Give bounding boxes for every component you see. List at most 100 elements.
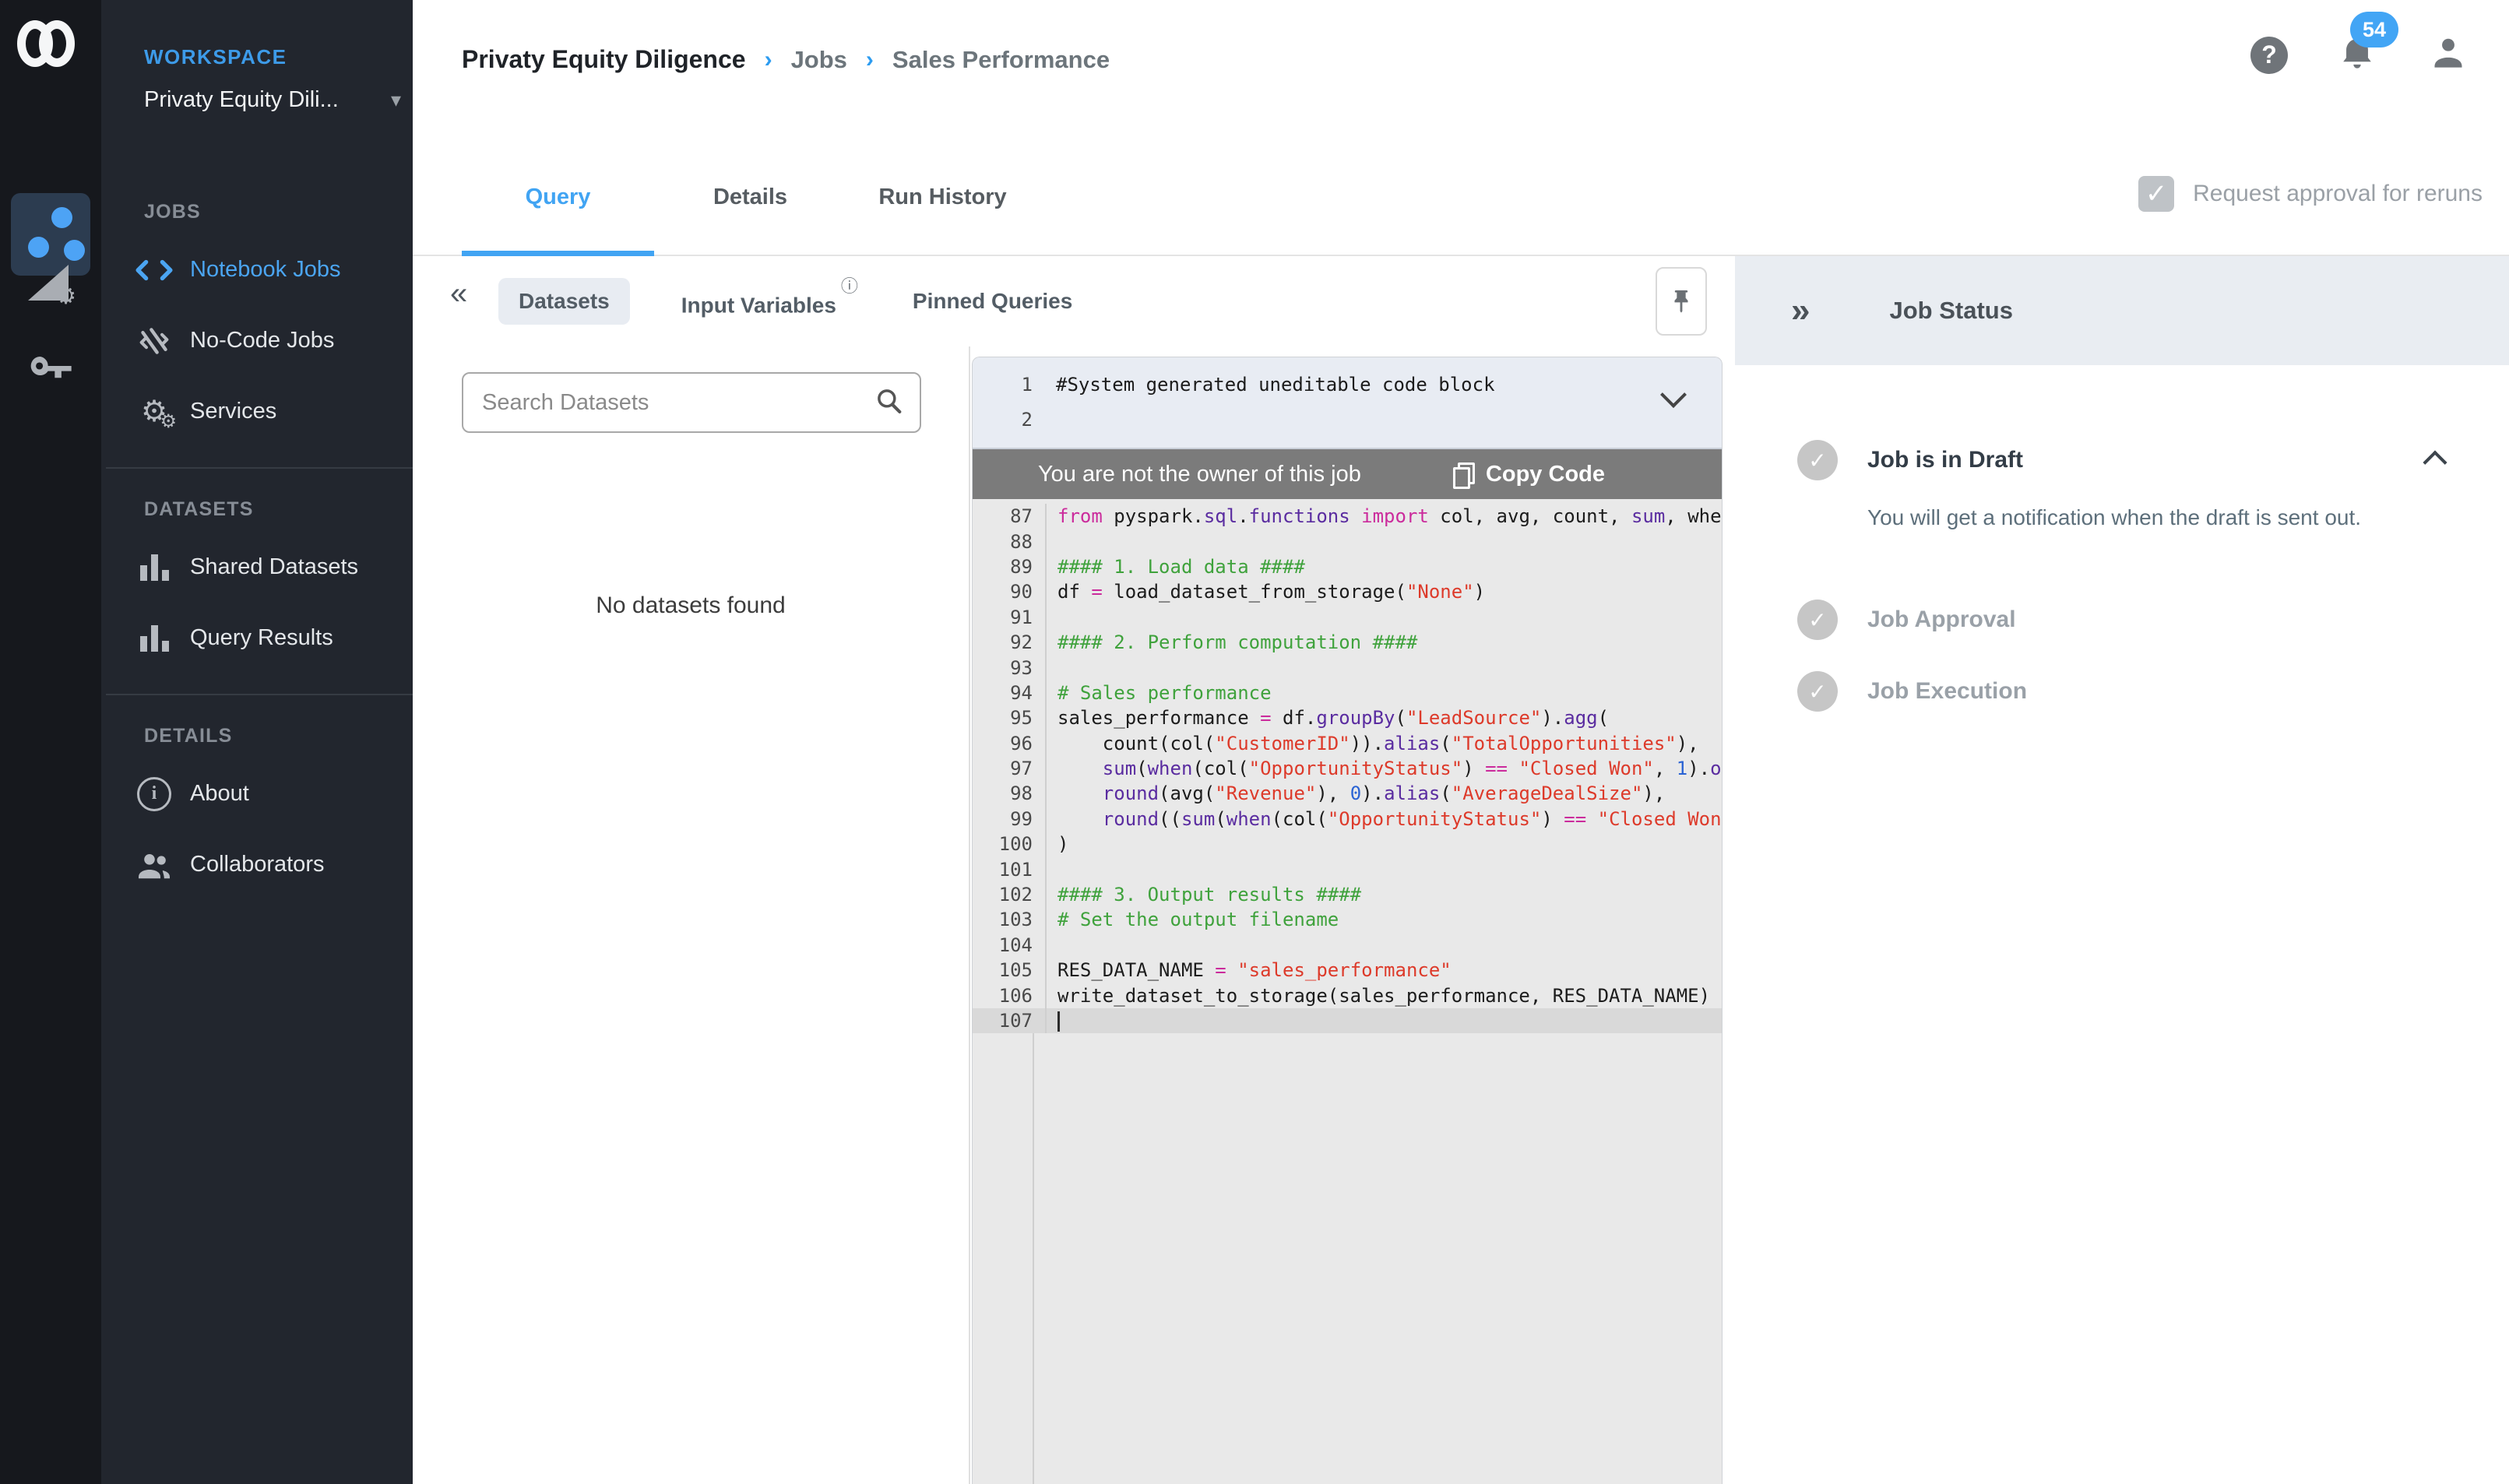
code-line-102[interactable]: 102#### 3. Output results #### <box>973 882 1722 907</box>
job-status-steps: ✓Job is in DraftYou will get a notificat… <box>1735 365 2509 712</box>
code-line-95[interactable]: 95sales_performance = df.groupBy("LeadSo… <box>973 705 1722 730</box>
code-line-101[interactable]: 101 <box>973 856 1722 881</box>
breadcrumb-jobs[interactable]: Jobs <box>791 46 847 74</box>
system-code-header: 1 #System generated uneditable code bloc… <box>973 357 1722 449</box>
app-logo-icon[interactable] <box>17 19 92 70</box>
code-line-88[interactable]: 88 <box>973 529 1722 554</box>
code-line-98[interactable]: 98 round(avg("Revenue"), 0).alias("Avera… <box>973 781 1722 806</box>
info-icon: ⓘ <box>841 276 858 296</box>
sidebar-item-services[interactable]: ⚙⚙ Services <box>101 376 413 447</box>
code-text: ) <box>1047 833 1722 855</box>
icon-rail: ⚙ <box>0 0 101 1484</box>
search-icon[interactable] <box>874 386 904 420</box>
sidebar-item-no-code-jobs[interactable]: No-Code Jobs <box>101 305 413 376</box>
code-line-87[interactable]: 87from pyspark.sql.functions import col,… <box>973 504 1722 529</box>
code-body[interactable]: 87from pyspark.sql.functions import col,… <box>973 499 1722 1484</box>
code-line-97[interactable]: 97 sum(when(col("OpportunityStatus") == … <box>973 756 1722 781</box>
info-icon: i <box>132 777 176 811</box>
code-text: write_dataset_to_storage(sales_performan… <box>1047 985 1722 1007</box>
code-text: sales_performance = df.groupBy("LeadSour… <box>1047 707 1722 729</box>
sidebar-nav: JOBSNotebook JobsNo-Code Jobs⚙⚙ServicesD… <box>101 179 413 900</box>
tab-details[interactable]: Details <box>654 140 846 255</box>
tab-run-history[interactable]: Run History <box>846 140 1039 255</box>
collapse-panel-right-icon[interactable]: » <box>1791 291 1810 330</box>
sidebar-item-label: No-Code Jobs <box>190 328 334 353</box>
line-number: 103 <box>973 907 1047 932</box>
system-code-text: #System generated uneditable code block <box>1045 374 1495 396</box>
request-approval-checkbox[interactable]: ✓ <box>2138 176 2174 212</box>
code-line-94[interactable]: 94# Sales performance <box>973 680 1722 705</box>
cluster-icon <box>22 206 79 263</box>
sidebar-item-collaborators[interactable]: Collaborators <box>101 829 413 900</box>
logo-ring <box>39 20 75 67</box>
code-line-100[interactable]: 100) <box>973 832 1722 856</box>
subtab-pinned-queries[interactable]: Pinned Queries <box>905 278 1080 325</box>
code-line-99[interactable]: 99 round((sum(when(col("OpportunityStatu… <box>973 807 1722 832</box>
line-number: 92 <box>973 630 1047 655</box>
sidebar-item-query-results[interactable]: Query Results <box>101 603 413 673</box>
code-line-91[interactable]: 91 <box>973 605 1722 630</box>
sidebar-item-label: Shared Datasets <box>190 554 358 580</box>
code-line-96[interactable]: 96 count(col("CustomerID")).alias("Total… <box>973 731 1722 756</box>
check-circle-icon: ✓ <box>1797 600 1838 640</box>
sidebar-item-about[interactable]: iAbout <box>101 758 413 829</box>
line-number: 96 <box>973 731 1047 756</box>
job-step-job-execution: ✓Job Execution <box>1797 671 2462 712</box>
sidebar-item-label: Services <box>190 399 276 424</box>
code-line-93[interactable]: 93 <box>973 655 1722 680</box>
copy-code-label: Copy Code <box>1486 462 1605 487</box>
rail-item-keys[interactable] <box>0 341 101 395</box>
rail-item-services[interactable]: ⚙ <box>28 263 73 307</box>
code-line-104[interactable]: 104 <box>973 933 1722 958</box>
workspace-switcher[interactable]: Privaty Equity Dili... ▾ <box>144 87 401 113</box>
subtab-input-variables[interactable]: Input Variablesⓘ <box>674 274 861 329</box>
copy-icon <box>1453 462 1472 486</box>
ownership-banner: You are not the owner of this job Copy C… <box>973 449 1722 499</box>
notifications-button[interactable]: 54 <box>2336 32 2378 78</box>
code-empty-area[interactable] <box>973 1033 1722 1484</box>
workspace-label: WORKSPACE <box>144 45 287 69</box>
help-icon[interactable]: ? <box>2250 37 2288 74</box>
sidebar-divider <box>106 467 413 469</box>
code-text: #### 3. Output results #### <box>1047 884 1722 906</box>
account-button[interactable] <box>2426 31 2470 79</box>
line-number: 88 <box>973 529 1047 554</box>
code-line-103[interactable]: 103# Set the output filename <box>973 907 1722 932</box>
breadcrumb-workspace[interactable]: Privaty Equity Diligence <box>462 45 746 74</box>
code-icon <box>132 253 176 287</box>
chevron-up-icon[interactable] <box>2423 450 2447 474</box>
code-text <box>1047 1010 1722 1032</box>
code-text: # Set the output filename <box>1047 909 1722 930</box>
bar-chart-icon <box>132 550 176 585</box>
code-line-107[interactable]: 107 <box>973 1008 1722 1033</box>
sidebar-item-shared-datasets[interactable]: Shared Datasets <box>101 532 413 603</box>
key-icon <box>26 341 76 391</box>
code-line-106[interactable]: 106write_dataset_to_storage(sales_perfor… <box>973 983 1722 1008</box>
code-text: round(avg("Revenue"), 0).alias("AverageD… <box>1047 782 1722 804</box>
tab-query[interactable]: Query <box>462 140 654 255</box>
code-line-90[interactable]: 90df = load_dataset_from_storage("None") <box>973 579 1722 604</box>
pin-button[interactable] <box>1656 267 1707 336</box>
code-text: #### 1. Load data #### <box>1047 556 1722 578</box>
breadcrumb: Privaty Equity Diligence › Jobs › Sales … <box>462 45 1110 74</box>
line-number: 101 <box>973 856 1047 881</box>
job-step-job-is-in-draft[interactable]: ✓Job is in Draft <box>1797 440 2462 480</box>
copy-code-button[interactable]: Copy Code <box>1453 462 1605 487</box>
code-off-icon <box>132 324 176 358</box>
line-number: 93 <box>973 655 1047 680</box>
datasets-panel: No datasets found <box>413 346 970 1484</box>
line-number: 89 <box>973 554 1047 579</box>
search-input[interactable] <box>463 390 859 416</box>
code-text: sum(when(col("OpportunityStatus") == "Cl… <box>1047 758 1722 779</box>
job-step-job-approval: ✓Job Approval <box>1797 600 2462 640</box>
code-line-92[interactable]: 92#### 2. Perform computation #### <box>973 630 1722 655</box>
line-number: 99 <box>973 807 1047 832</box>
text-cursor <box>1057 1011 1060 1032</box>
collapse-panel-icon[interactable]: « <box>450 276 467 311</box>
gears-icon: ⚙⚙ <box>132 395 176 429</box>
subtab-datasets[interactable]: Datasets <box>498 278 630 325</box>
line-number: 90 <box>973 579 1047 604</box>
sidebar-item-notebook-jobs[interactable]: Notebook Jobs <box>101 234 413 305</box>
code-line-89[interactable]: 89#### 1. Load data #### <box>973 554 1722 579</box>
code-line-105[interactable]: 105RES_DATA_NAME = "sales_performance" <box>973 958 1722 983</box>
